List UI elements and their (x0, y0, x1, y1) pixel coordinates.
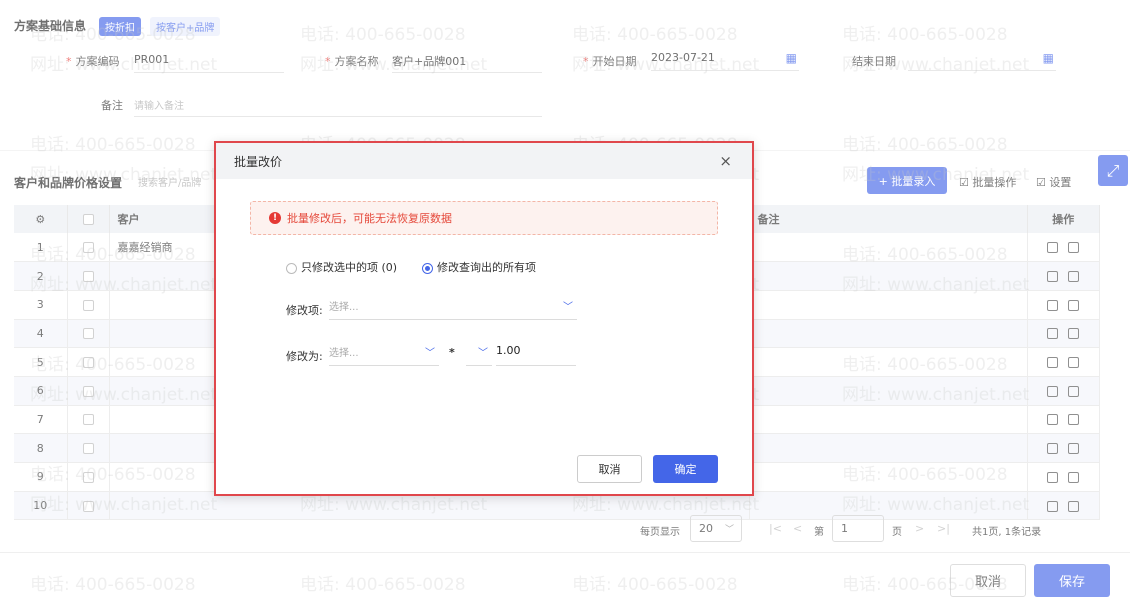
operator-value: * (449, 346, 455, 359)
radio-all-queried[interactable]: 修改查询出的所有项 (422, 259, 536, 275)
radio-selected-only[interactable]: 只修改选中的项 (0) (286, 259, 397, 275)
modify-item-select[interactable]: 选择... ﹀ (329, 298, 577, 320)
warning-banner: ! 批量修改后，可能无法恢复原数据 (250, 201, 718, 235)
modal-title: 批量改价 (234, 154, 283, 169)
batch-price-modal: 批量改价 × ! 批量修改后，可能无法恢复原数据 只修改选中的项 (0) 修改查… (214, 141, 754, 496)
chevron-down-icon: ﹀ (563, 302, 573, 313)
close-icon[interactable]: × (719, 152, 732, 170)
chevron-down-icon: ﹀ (425, 348, 435, 359)
modify-item-label: 修改项: (286, 304, 323, 317)
chevron-down-icon: ﹀ (478, 348, 488, 359)
warning-text: 批量修改后，可能无法恢复原数据 (287, 212, 452, 225)
alert-icon: ! (269, 212, 281, 224)
factor-input[interactable]: 1.00 (496, 344, 576, 366)
operator-select[interactable]: ﹀ (466, 344, 492, 366)
modify-to-label: 修改为: (286, 350, 323, 363)
modal-confirm-button[interactable]: 确定 (653, 455, 718, 483)
modal-header: 批量改价 × (216, 143, 752, 179)
modify-to-select[interactable]: 选择... ﹀ (329, 344, 439, 366)
modal-cancel-button[interactable]: 取消 (577, 455, 642, 483)
